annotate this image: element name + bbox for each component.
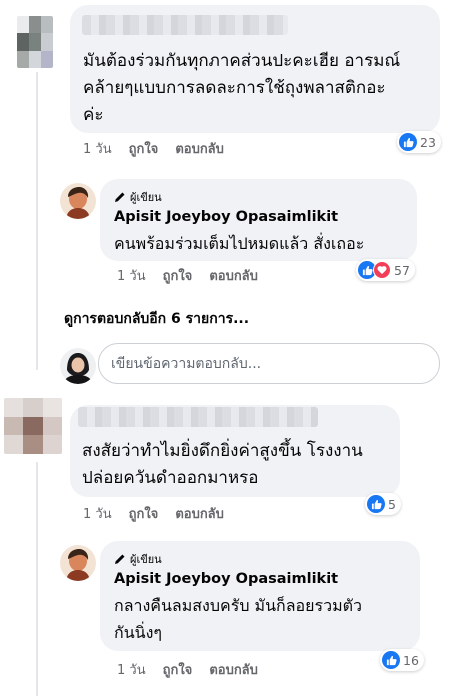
- reaction-count: 23: [420, 134, 436, 150]
- blurred-commenter-name: [82, 15, 288, 35]
- author-avatar[interactable]: [60, 183, 96, 219]
- author-badge: ผู้เขียน: [114, 188, 162, 206]
- reaction-summary[interactable]: 16: [380, 649, 424, 671]
- thread-line: [36, 462, 38, 696]
- reaction-summary[interactable]: 23: [397, 131, 441, 153]
- reply-timestamp[interactable]: 1 วัน: [117, 265, 146, 286]
- reaction-summary[interactable]: 5: [365, 493, 401, 515]
- reply-button[interactable]: ตอบกลับ: [209, 659, 258, 680]
- author-badge-label: ผู้เขียน: [130, 191, 162, 204]
- author-avatar[interactable]: [60, 545, 96, 581]
- like-icon: [382, 651, 400, 669]
- comment-text-line: สงสัยว่าทำไมยิ่งดึกยิ่งค่าสูงขึ้น โรงงาน: [82, 441, 363, 461]
- reply-actions: 1 วัน ถูกใจ ตอบกลับ: [117, 265, 275, 286]
- author-name[interactable]: Apisit Joeyboy Opasaimlikit: [114, 571, 338, 587]
- comment-text-line: ปล่อยควันดำออกมาหรอ: [82, 468, 259, 488]
- comment-bubble: สงสัยว่าทำไมยิ่งดึกยิ่งค่าสูงขึ้น โรงงาน…: [70, 405, 400, 497]
- like-button[interactable]: ถูกใจ: [129, 138, 159, 159]
- comment-actions: 1 วัน ถูกใจ ตอบกลับ: [83, 138, 241, 159]
- author-badge-label: ผู้เขียน: [130, 553, 162, 566]
- thread-line: [36, 72, 38, 370]
- reply-text-line: กันนิ่งๆ: [114, 623, 162, 642]
- reaction-summary[interactable]: 57: [356, 259, 415, 281]
- like-button[interactable]: ถูกใจ: [163, 265, 193, 286]
- reply-timestamp[interactable]: 1 วัน: [117, 659, 146, 680]
- like-button[interactable]: ถูกใจ: [163, 659, 193, 680]
- reply-input-box[interactable]: [98, 343, 440, 384]
- current-user-avatar: [60, 348, 96, 384]
- reply-actions: 1 วัน ถูกใจ ตอบกลับ: [117, 659, 275, 680]
- comment-timestamp[interactable]: 1 วัน: [83, 503, 112, 524]
- comment-text-line: มันต้องร่วมกันทุกภาคส่วนปะคะเฮีย อารมณ์: [83, 51, 401, 71]
- reply-button[interactable]: ตอบกลับ: [209, 265, 258, 286]
- avatar[interactable]: [17, 16, 53, 68]
- reply-input[interactable]: [111, 355, 439, 372]
- avatar[interactable]: [4, 398, 62, 454]
- comment-bubble: มันต้องร่วมกันทุกภาคส่วนปะคะเฮีย อารมณ์ …: [70, 5, 440, 133]
- reply-text-line: กลางคืนลมสงบครับ มันก็ลอยรวมตัว: [114, 596, 363, 615]
- reply-bubble: ผู้เขียน Apisit Joeyboy Opasaimlikit คนพ…: [100, 179, 417, 261]
- reaction-count: 5: [388, 496, 396, 512]
- comment-text-line: คล้ายๆแบบการลดละการใช้ถุงพลาสติกอะ: [83, 78, 386, 98]
- reply-text-line: คนพร้อมร่วมเต็มไปหมดแล้ว สั่งเถอะ: [114, 234, 365, 253]
- like-button[interactable]: ถูกใจ: [129, 503, 159, 524]
- pencil-icon: [115, 192, 125, 202]
- comment-timestamp[interactable]: 1 วัน: [83, 138, 112, 159]
- reaction-count: 57: [394, 262, 410, 278]
- like-icon: [399, 133, 417, 151]
- reply-button[interactable]: ตอบกลับ: [175, 138, 224, 159]
- reaction-count: 16: [403, 652, 419, 668]
- pencil-icon: [115, 554, 125, 564]
- reply-button[interactable]: ตอบกลับ: [175, 503, 224, 524]
- view-more-replies-link[interactable]: ดูการตอบกลับอีก 6 รายการ...: [64, 308, 249, 330]
- comment-actions: 1 วัน ถูกใจ ตอบกลับ: [83, 503, 241, 524]
- love-icon: [373, 261, 391, 279]
- comment-text-line: ค่ะ: [83, 105, 104, 125]
- like-icon: [367, 495, 385, 513]
- reply-bubble: ผู้เขียน Apisit Joeyboy Opasaimlikit กลา…: [100, 541, 420, 651]
- blurred-commenter-name: [78, 407, 318, 427]
- author-name[interactable]: Apisit Joeyboy Opasaimlikit: [114, 209, 338, 225]
- author-badge: ผู้เขียน: [114, 550, 162, 568]
